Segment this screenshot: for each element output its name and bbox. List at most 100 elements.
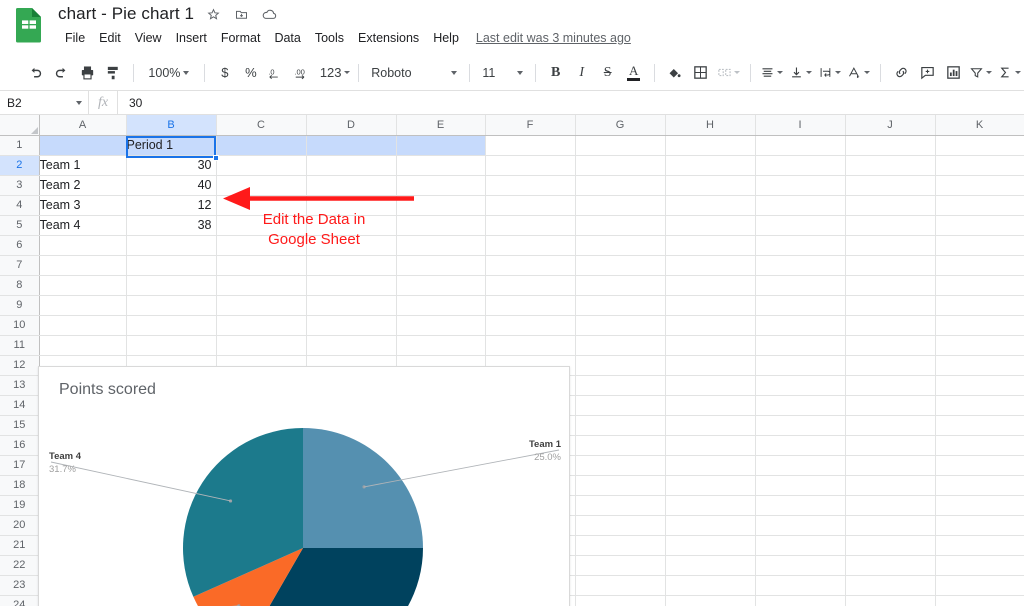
cell-E1[interactable] <box>396 135 486 156</box>
text-rotation-icon[interactable] <box>844 60 873 86</box>
zoom-selector[interactable]: 100% <box>141 61 197 85</box>
paint-format-icon[interactable] <box>100 60 126 86</box>
menu-file[interactable]: File <box>58 29 92 47</box>
cell-K24[interactable] <box>935 595 1024 606</box>
cell-I24[interactable] <box>755 595 846 606</box>
cell-I16[interactable] <box>755 435 846 456</box>
last-edit-status[interactable]: Last edit was 3 minutes ago <box>476 31 631 45</box>
cell-J20[interactable] <box>845 515 936 536</box>
column-header-j[interactable]: J <box>845 115 936 136</box>
row-header-13[interactable]: 13 <box>0 375 40 396</box>
row-header-5[interactable]: 5 <box>0 215 40 236</box>
cell-I22[interactable] <box>755 555 846 576</box>
cell-J1[interactable] <box>845 135 936 156</box>
cell-G19[interactable] <box>575 495 666 516</box>
cell-K15[interactable] <box>935 415 1024 436</box>
cell-I5[interactable] <box>755 215 846 236</box>
column-header-f[interactable]: F <box>485 115 576 136</box>
cell-C3[interactable] <box>216 175 307 196</box>
cell-E8[interactable] <box>396 275 486 296</box>
percent-format-button[interactable]: % <box>238 60 264 86</box>
cell-G20[interactable] <box>575 515 666 536</box>
insert-link-icon[interactable] <box>888 60 914 86</box>
cell-J15[interactable] <box>845 415 936 436</box>
cell-E5[interactable] <box>396 215 486 236</box>
cell-H13[interactable] <box>665 375 756 396</box>
column-header-a[interactable]: A <box>39 115 127 136</box>
cell-G11[interactable] <box>575 335 666 356</box>
cell-E4[interactable] <box>396 195 486 216</box>
cell-F10[interactable] <box>485 315 576 336</box>
cell-J7[interactable] <box>845 255 936 276</box>
cell-H24[interactable] <box>665 595 756 606</box>
cell-K18[interactable] <box>935 475 1024 496</box>
menu-view[interactable]: View <box>128 29 169 47</box>
cell-G9[interactable] <box>575 295 666 316</box>
cell-F6[interactable] <box>485 235 576 256</box>
cell-I17[interactable] <box>755 455 846 476</box>
vertical-align-icon[interactable] <box>786 60 815 86</box>
cell-J8[interactable] <box>845 275 936 296</box>
cloud-saved-icon[interactable] <box>260 5 278 23</box>
cell-B9[interactable] <box>126 295 217 316</box>
cell-C9[interactable] <box>216 295 307 316</box>
column-header-b[interactable]: B <box>126 115 217 136</box>
cell-H14[interactable] <box>665 395 756 416</box>
cell-A6[interactable] <box>39 235 127 256</box>
cell-H23[interactable] <box>665 575 756 596</box>
row-header-6[interactable]: 6 <box>0 235 40 256</box>
cell-I23[interactable] <box>755 575 846 596</box>
cell-K22[interactable] <box>935 555 1024 576</box>
pie-chart[interactable]: Team 125.0%Team 233.3%Team 310.0%Team 43… <box>39 367 570 606</box>
cell-J22[interactable] <box>845 555 936 576</box>
cell-I19[interactable] <box>755 495 846 516</box>
cell-H22[interactable] <box>665 555 756 576</box>
functions-sigma-icon[interactable] <box>995 60 1024 86</box>
row-header-3[interactable]: 3 <box>0 175 40 196</box>
cell-K2[interactable] <box>935 155 1024 176</box>
cell-J24[interactable] <box>845 595 936 606</box>
cell-K1[interactable] <box>935 135 1024 156</box>
cell-H8[interactable] <box>665 275 756 296</box>
filter-icon[interactable] <box>966 60 995 86</box>
cell-F7[interactable] <box>485 255 576 276</box>
cell-D2[interactable] <box>306 155 397 176</box>
cell-J17[interactable] <box>845 455 936 476</box>
cell-G2[interactable] <box>575 155 666 176</box>
cell-A2[interactable]: Team 1 <box>39 155 127 176</box>
cell-I4[interactable] <box>755 195 846 216</box>
row-header-1[interactable]: 1 <box>0 135 40 156</box>
cell-E11[interactable] <box>396 335 486 356</box>
row-header-22[interactable]: 22 <box>0 555 40 576</box>
cell-F5[interactable] <box>485 215 576 236</box>
cell-C1[interactable] <box>216 135 307 156</box>
cell-I6[interactable] <box>755 235 846 256</box>
cell-H7[interactable] <box>665 255 756 276</box>
more-formats-button[interactable]: 123 <box>318 60 351 86</box>
bold-button[interactable]: B <box>543 60 569 86</box>
cell-K8[interactable] <box>935 275 1024 296</box>
cell-D10[interactable] <box>306 315 397 336</box>
cell-H1[interactable] <box>665 135 756 156</box>
undo-icon[interactable] <box>22 60 48 86</box>
cell-A9[interactable] <box>39 295 127 316</box>
redo-icon[interactable] <box>48 60 74 86</box>
cell-A7[interactable] <box>39 255 127 276</box>
cell-A3[interactable]: Team 2 <box>39 175 127 196</box>
cell-F9[interactable] <box>485 295 576 316</box>
currency-format-button[interactable]: $ <box>212 60 238 86</box>
cell-G18[interactable] <box>575 475 666 496</box>
menu-edit[interactable]: Edit <box>92 29 128 47</box>
cell-C8[interactable] <box>216 275 307 296</box>
row-header-15[interactable]: 15 <box>0 415 40 436</box>
cell-G8[interactable] <box>575 275 666 296</box>
name-box[interactable]: B2 <box>0 91 88 114</box>
cell-G3[interactable] <box>575 175 666 196</box>
cell-B3[interactable]: 40 <box>126 175 217 196</box>
cell-E7[interactable] <box>396 255 486 276</box>
cell-J12[interactable] <box>845 355 936 376</box>
cell-K4[interactable] <box>935 195 1024 216</box>
row-header-10[interactable]: 10 <box>0 315 40 336</box>
cell-K10[interactable] <box>935 315 1024 336</box>
cell-I14[interactable] <box>755 395 846 416</box>
